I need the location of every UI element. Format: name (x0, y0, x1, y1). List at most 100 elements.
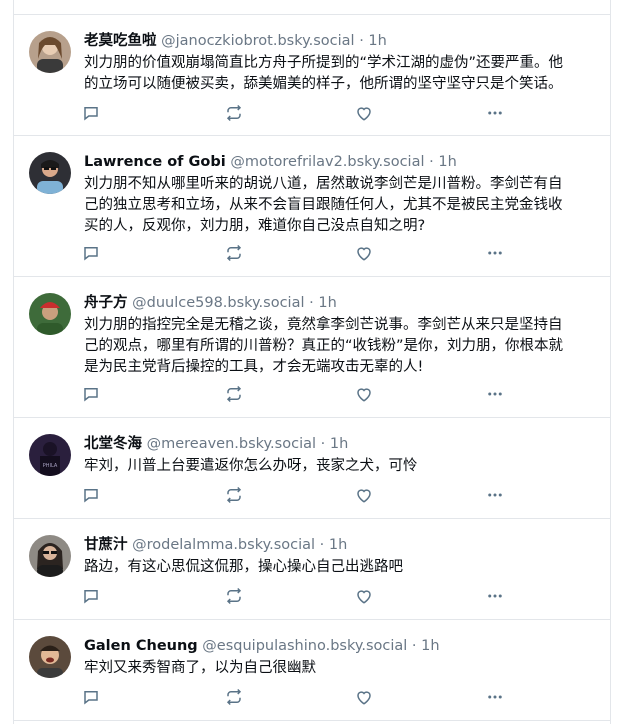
like-button[interactable] (353, 686, 375, 708)
author-name[interactable]: 老莫吃鱼啦 (84, 33, 157, 49)
post[interactable]: PHILA 北堂冬海 @mereaven.bsky.social · 1h 牢刘… (14, 418, 610, 519)
author-handle[interactable]: @rodelalmma.bsky.social (132, 537, 315, 553)
post-text: 刘力朋的指控完全是无稽之谈，竟然拿李剑芒说事。李剑芒从来只是坚持自 己的观点，哪… (84, 315, 592, 378)
avatar[interactable] (29, 535, 71, 577)
reply-button[interactable] (80, 383, 102, 405)
post-text-line: 牢刘，川普上台要遣返你怎么办呀，丧家之犬，可怜 (84, 458, 418, 474)
author-name[interactable]: 甘蔗汁 (84, 537, 128, 553)
post-header: Galen Cheung @esquipulashino.bsky.social… (84, 635, 602, 657)
author-name[interactable]: Galen Cheung (84, 638, 198, 654)
more-icon (488, 594, 502, 598)
reply-button[interactable] (80, 686, 102, 708)
author-handle[interactable]: @mereaven.bsky.social (147, 436, 316, 452)
repost-icon (226, 244, 242, 262)
like-button[interactable] (353, 383, 375, 405)
post-text: 刘力朋的价值观崩塌简直比方舟子所提到的“学术江湖的虚伪”还要严重。他 的立场可以… (84, 53, 592, 95)
author-handle[interactable]: @duulce598.bsky.social (132, 295, 304, 311)
post-actions (80, 242, 510, 264)
author-handle[interactable]: @esquipulashino.bsky.social (202, 638, 407, 654)
reply-icon (84, 107, 98, 121)
repost-button[interactable] (223, 585, 245, 607)
post-actions (80, 686, 510, 708)
post[interactable]: 舟子方 @duulce598.bsky.social · 1h 刘力朋的指控完全… (14, 277, 610, 418)
reply-button[interactable] (80, 102, 102, 124)
repost-button[interactable] (223, 383, 245, 405)
separator-dot: · (320, 436, 326, 452)
separator-dot: · (309, 295, 314, 311)
avatar[interactable]: PHILA (29, 434, 71, 476)
like-icon (357, 388, 371, 402)
feed: 老莫吃鱼啦 @janoczkiobrot.bsky.social · 1h 刘力… (13, 0, 611, 724)
post-time[interactable]: 1h (330, 436, 348, 452)
separator-dot: · (411, 638, 417, 654)
like-button[interactable] (353, 102, 375, 124)
author-handle[interactable]: @janoczkiobrot.bsky.social (161, 33, 354, 49)
post-actions (80, 102, 510, 124)
repost-icon (226, 104, 242, 122)
repost-button[interactable] (223, 242, 245, 264)
reply-icon (84, 247, 98, 261)
post-text: 刘力朋不知从哪里听来的胡说八道，居然敢说李剑芒是川普粉。李剑芒有自 己的独立思考… (84, 174, 592, 237)
like-button[interactable] (353, 242, 375, 264)
like-icon (357, 107, 371, 121)
avatar[interactable] (29, 31, 71, 73)
post-time[interactable]: 1h (329, 537, 347, 553)
repost-icon (226, 688, 242, 706)
post[interactable]: 老莫吃鱼啦 @janoczkiobrot.bsky.social · 1h 刘力… (14, 15, 610, 136)
post-header: 甘蔗汁 @rodelalmma.bsky.social · 1h (84, 534, 602, 556)
post-actions (80, 383, 510, 405)
post[interactable]: Galen Cheung @esquipulashino.bsky.social… (14, 620, 610, 721)
post-time[interactable]: 1h (318, 295, 336, 311)
more-button[interactable] (484, 686, 506, 708)
like-icon (357, 489, 371, 503)
post-text-line: 己的观点，哪里有所谓的川普粉？真正的“收钱粉”是你，刘力朋，你根本就 (84, 338, 564, 354)
like-button[interactable] (353, 484, 375, 506)
more-icon (488, 111, 502, 115)
reply-button[interactable] (80, 484, 102, 506)
repost-button[interactable] (223, 484, 245, 506)
repost-icon (226, 385, 242, 403)
author-name[interactable]: 北堂冬海 (84, 436, 142, 452)
post-text-line: 刘力朋的指控完全是无稽之谈，竟然拿李剑芒说事。李剑芒从来只是坚持自 (84, 317, 563, 333)
avatar[interactable] (29, 636, 71, 678)
repost-button[interactable] (223, 686, 245, 708)
more-button[interactable] (484, 102, 506, 124)
reply-icon (84, 590, 98, 604)
avatar[interactable] (29, 293, 71, 335)
post-header: 北堂冬海 @mereaven.bsky.social · 1h (84, 433, 602, 455)
more-icon (488, 695, 502, 699)
like-icon (357, 590, 371, 604)
author-name[interactable]: 舟子方 (84, 295, 128, 311)
post-header: 老莫吃鱼啦 @janoczkiobrot.bsky.social · 1h (84, 30, 602, 52)
like-icon (357, 691, 371, 705)
more-button[interactable] (484, 383, 506, 405)
post-time[interactable]: 1h (368, 33, 386, 49)
repost-icon (226, 486, 242, 504)
post-time[interactable]: 1h (438, 154, 456, 170)
repost-button[interactable] (223, 102, 245, 124)
post-text-line: 是为民主党背后操控的工具，才会无端攻击无辜的人! (84, 359, 424, 375)
separator-dot: · (319, 537, 325, 553)
post[interactable]: 甘蔗汁 @rodelalmma.bsky.social · 1h 路边，有这心思… (14, 519, 610, 620)
post-text: 牢刘又来秀智商了，以为自己很幽默 (84, 658, 592, 679)
post[interactable]: Lawrence of Gobi @motorefrilav2.bsky.soc… (14, 136, 610, 277)
more-button[interactable] (484, 242, 506, 264)
like-icon (357, 247, 371, 261)
author-name[interactable]: Lawrence of Gobi (84, 154, 226, 170)
reply-button[interactable] (80, 585, 102, 607)
more-button[interactable] (484, 484, 506, 506)
reply-button[interactable] (80, 242, 102, 264)
reply-icon (84, 691, 98, 705)
post-text-line: 的立场可以随便被买卖，舔美媚美的样子，他所谓的坚守坚守只是个笑话。 (84, 76, 563, 92)
like-button[interactable] (353, 585, 375, 607)
avatar[interactable] (29, 152, 71, 194)
more-icon (488, 392, 502, 396)
post-time[interactable]: 1h (421, 638, 439, 654)
author-handle[interactable]: @motorefrilav2.bsky.social (230, 154, 424, 170)
repost-icon (226, 587, 242, 605)
post-text-line: 买的人，反观你，刘力朋，难道你自己没点自知之明? (84, 218, 426, 234)
post-text: 路边，有这心思侃这侃那，操心操心自己出逃路吧 (84, 557, 592, 578)
svg-text:PHILA: PHILA (43, 463, 58, 469)
reply-icon (84, 388, 98, 402)
more-button[interactable] (484, 585, 506, 607)
